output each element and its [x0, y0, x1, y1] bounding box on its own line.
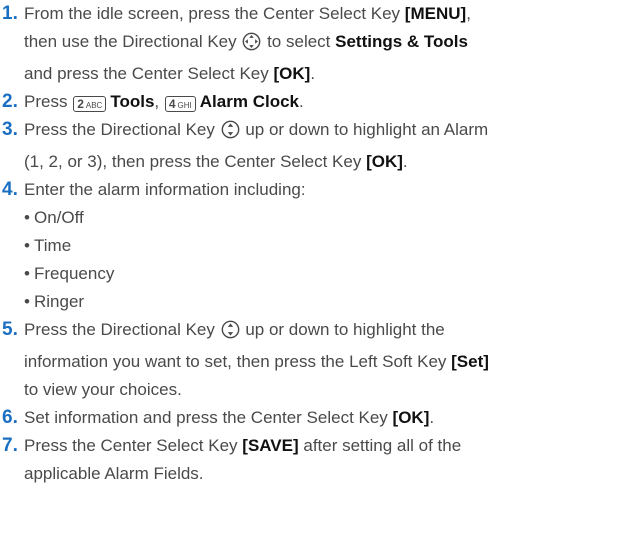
step-text: Press 2 ABC Tools, 4 GHI Alarm Clock.: [24, 92, 304, 112]
keypad-4-ghi-icon: 4 GHI: [164, 96, 196, 112]
step-number: 7.: [2, 435, 18, 456]
step-number: 6.: [2, 407, 18, 428]
save-key-label: [SAVE]: [242, 436, 299, 455]
menu-key-label: [MENU]: [404, 4, 467, 23]
step-1: 1. From the idle screen, press the Cente…: [0, 0, 627, 88]
list-item: Frequency: [0, 260, 627, 288]
list-item: Ringer: [0, 288, 627, 316]
keypad-2-abc-icon: 2 ABC: [73, 96, 107, 112]
up-down-directional-key-icon: [221, 320, 240, 348]
list-item: On/Off: [0, 204, 627, 232]
step-7: 7. Press the Center Select Key [SAVE] af…: [0, 432, 627, 488]
up-down-directional-key-icon: [221, 120, 240, 148]
step-number: 5.: [2, 319, 18, 340]
four-way-directional-key-icon: [242, 32, 261, 60]
step-text: Press the Center Select Key [SAVE] after…: [24, 436, 462, 483]
step-number: 2.: [2, 91, 18, 112]
alarm-clock-label: Alarm Clock: [199, 92, 299, 111]
ok-key-label: [OK]: [392, 408, 430, 427]
set-key-label: [Set]: [451, 352, 489, 371]
step-number: 1.: [2, 3, 18, 24]
step-number: 4.: [2, 179, 18, 200]
step-text: Set information and press the Center Sel…: [24, 408, 435, 427]
step-6: 6. Set information and press the Center …: [0, 404, 627, 432]
ok-key-label: [OK]: [366, 152, 403, 171]
step-text: Press the Directional Key up or down to …: [24, 320, 489, 399]
alarm-fields-list: On/Off Time Frequency Ringer: [0, 204, 627, 316]
ok-key-label: [OK]: [273, 64, 311, 83]
tools-label: Tools: [110, 92, 155, 111]
step-3: 3. Press the Directional Key up or down …: [0, 116, 627, 176]
step-text: Press the Directional Key up or down to …: [24, 120, 489, 171]
list-item: Time: [0, 232, 627, 260]
settings-tools-label: Settings & Tools: [335, 32, 468, 51]
step-text: From the idle screen, press the Center S…: [24, 4, 471, 83]
step-2: 2. Press 2 ABC Tools, 4 GHI Alarm Clock.: [0, 88, 627, 116]
instructions-page: 1. From the idle screen, press the Cente…: [0, 0, 627, 541]
step-5: 5. Press the Directional Key up or down …: [0, 316, 627, 404]
step-4: 4. Enter the alarm information including…: [0, 176, 627, 204]
step-number: 3.: [2, 119, 18, 140]
step-text: Enter the alarm information including:: [24, 180, 306, 199]
